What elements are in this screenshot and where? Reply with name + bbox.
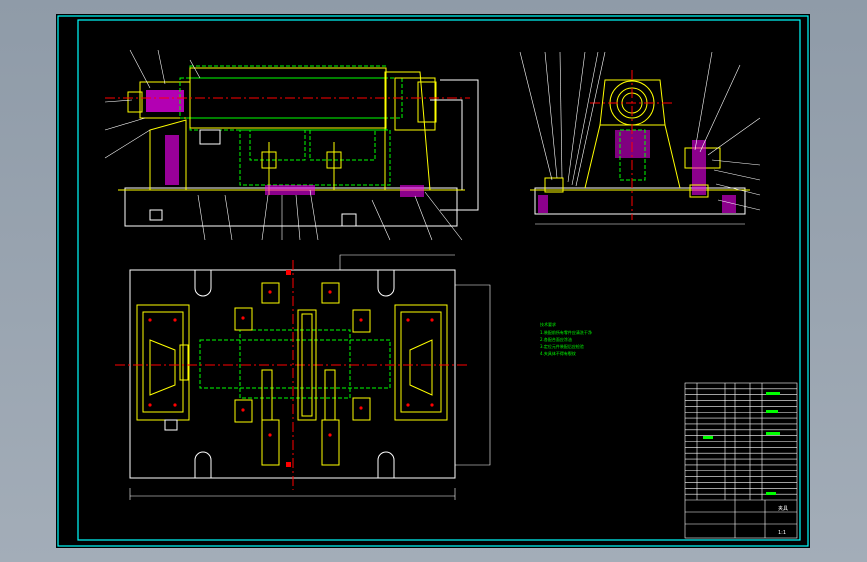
parts-list-text: [703, 392, 780, 495]
side-base: [534, 187, 746, 215]
cad-drawing: 技术要求 1.装配前所有零件应清洗干净 2.各配合面应涂油 3.定位元件装配后应…: [57, 15, 809, 547]
right-support: [384, 71, 431, 191]
title-block-name: 夹具: [778, 505, 788, 512]
title-block-scale: 1:1: [778, 530, 786, 536]
front-view: [104, 49, 479, 241]
notes-title: 技术要求: [540, 321, 556, 327]
title-block: 夹具 1:1: [778, 505, 788, 536]
note-line: 3.定位元件装配后应检验: [540, 343, 584, 349]
top-view: [115, 254, 491, 500]
left-block: [136, 304, 190, 421]
note-line: 1.装配前所有零件应清洗干净: [540, 329, 592, 335]
note-line: 4.夹具体不得有裂纹: [540, 350, 576, 356]
note-line: 2.各配合面应涂油: [540, 336, 572, 342]
right-block: [394, 304, 448, 421]
side-view: [519, 51, 761, 225]
cad-viewport[interactable]: 技术要求 1.装配前所有零件应清洗干净 2.各配合面应涂油 3.定位元件装配后应…: [0, 0, 867, 562]
technical-notes: 技术要求 1.装配前所有零件应清洗干净 2.各配合面应涂油 3.定位元件装配后应…: [540, 321, 592, 356]
parts-list: [684, 382, 798, 539]
